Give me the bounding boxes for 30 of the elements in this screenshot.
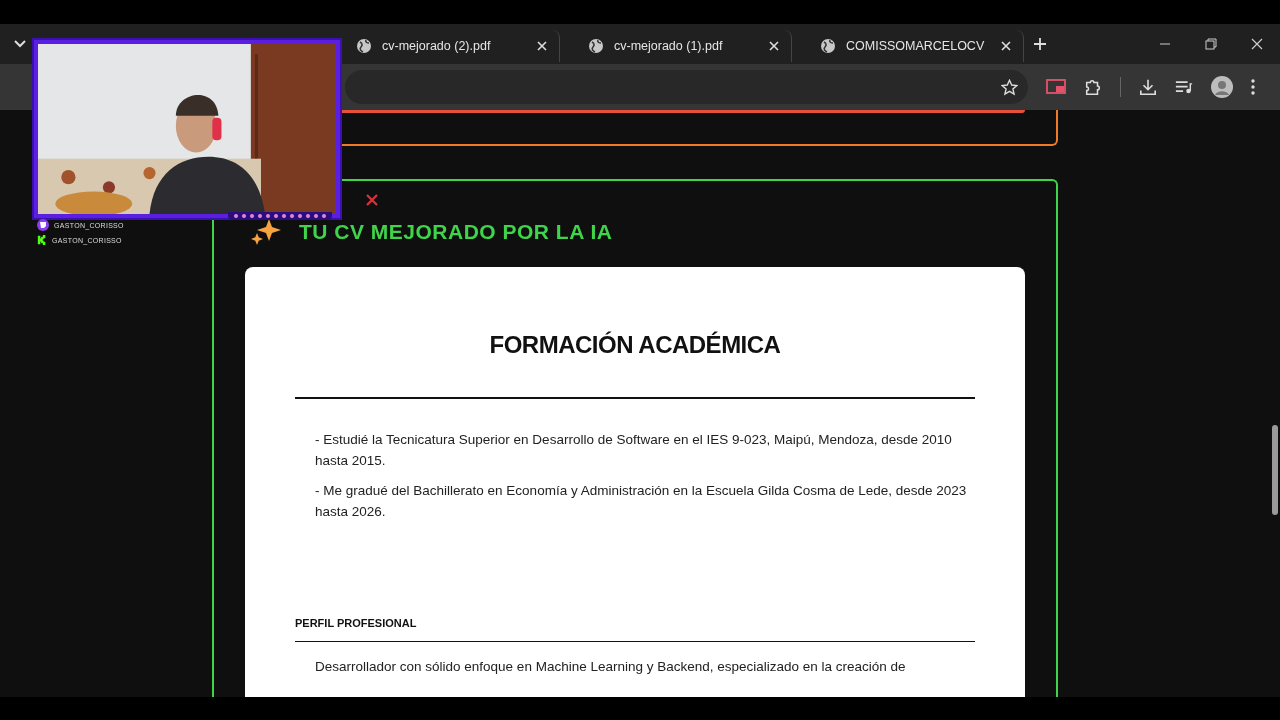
sparkles-icon xyxy=(251,219,283,245)
k-logo-icon xyxy=(37,235,47,245)
profile-text: Desarrollador con sólido enfoque en Machine Learning y Backend, especializado en la creación de xyxy=(315,658,907,676)
media-queue-icon[interactable] xyxy=(1175,79,1193,95)
browser-tab[interactable]: COMISSOMARCELOCV xyxy=(808,30,1024,62)
close-icon[interactable] xyxy=(769,41,779,51)
close-icon[interactable] xyxy=(537,41,547,51)
chat-bubble-icon xyxy=(37,219,49,231)
download-icon[interactable] xyxy=(1139,78,1157,96)
section-heading: PERFIL PROFESIONAL xyxy=(295,617,418,629)
globe-icon xyxy=(588,38,604,54)
section-title: TU CV MEJORADO POR LA IA xyxy=(299,220,613,244)
close-icon[interactable] xyxy=(1001,41,1011,51)
menu-icon[interactable] xyxy=(1251,79,1255,95)
education-entry: - Me gradué del Bachillerato en Economía y Administración en la Escuela Gilda Cosma de Lede, desde 2023 hasta 2026. xyxy=(315,482,968,521)
tab-list-icon[interactable] xyxy=(14,40,26,48)
browser-tab[interactable]: cv-mejorado (2).pdf xyxy=(344,30,560,62)
globe-icon xyxy=(356,38,372,54)
new-tab-icon[interactable] xyxy=(1034,38,1046,50)
close-icon[interactable] xyxy=(1251,38,1263,50)
avatar-icon[interactable] xyxy=(1211,76,1233,98)
globe-icon xyxy=(820,38,836,54)
cross-icon xyxy=(366,194,378,206)
star-icon[interactable] xyxy=(1001,78,1018,96)
browser-tab[interactable]: cv-mejorado (1).pdf xyxy=(576,30,792,62)
picture-in-picture-icon[interactable] xyxy=(1046,79,1066,95)
puzzle-icon[interactable] xyxy=(1084,78,1102,96)
education-entry: - Estudié la Tecnicatura Superior en Desarrollo de Software en el IES 9-023, Maipú, Mendoza, desde 2010 hasta 2015. xyxy=(315,431,953,470)
restore-icon[interactable] xyxy=(1205,38,1217,50)
document-heading: FORMACIÓN ACADÉMICA xyxy=(488,331,782,359)
